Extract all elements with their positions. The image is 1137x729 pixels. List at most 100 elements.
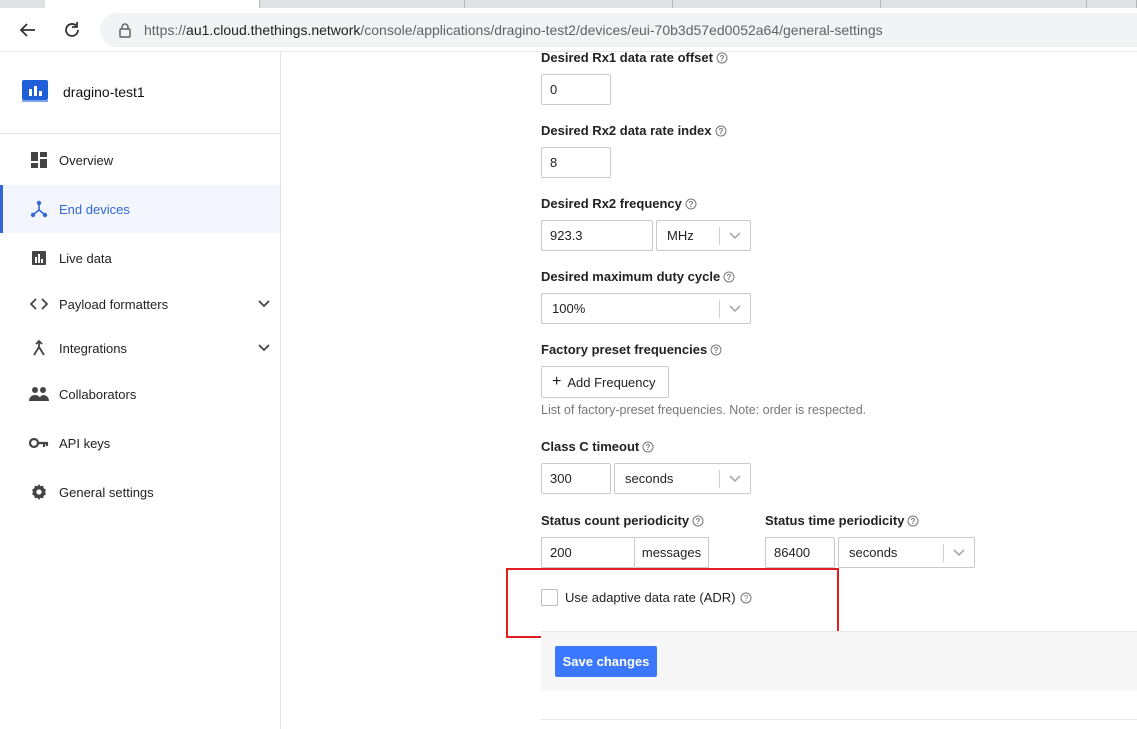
sidebar-item-end-devices[interactable]: End devices [0, 185, 280, 233]
class-c-timeout-label-text: Class C timeout [541, 439, 640, 454]
bar-chart-icon [29, 248, 49, 268]
duty-cycle-value: 100% [552, 301, 586, 316]
rx2-frequency-value: 923.3 [550, 228, 583, 243]
help-icon[interactable]: ? [723, 271, 735, 283]
help-icon[interactable]: ? [716, 52, 728, 64]
status-count-unit: messages [635, 537, 709, 568]
sidebar-item-label: General settings [59, 484, 154, 500]
device-settings-form: Desired Rx1 data rate offset ? 0 Desired… [281, 50, 1137, 729]
reload-button[interactable] [60, 18, 84, 42]
status-count-label-text: Status count periodicity [541, 513, 690, 528]
rx2-frequency-input[interactable]: 923.3 [541, 220, 653, 251]
svg-text:?: ? [688, 200, 693, 209]
sidebar-item-general-settings[interactable]: General settings [0, 468, 280, 516]
lock-icon [119, 23, 131, 38]
back-button[interactable] [16, 18, 40, 42]
rx2-index-label: Desired Rx2 data rate index ? [541, 123, 727, 138]
sidebar-item-label: Collaborators [59, 386, 137, 402]
factory-frequencies-label-text: Factory preset frequencies [541, 342, 708, 357]
svg-text:?: ? [696, 517, 701, 526]
application-name: dragino-test1 [63, 84, 145, 100]
help-icon[interactable]: ? [685, 198, 697, 210]
help-icon[interactable]: ? [642, 441, 654, 453]
class-c-timeout-unit-select[interactable]: seconds [614, 463, 751, 494]
sidebar-item-overview[interactable]: Overview [0, 136, 280, 184]
rx1-offset-value: 0 [550, 82, 558, 97]
status-time-input[interactable]: 86400 [765, 537, 835, 568]
application-icon [22, 80, 48, 102]
rx2-index-input[interactable]: 8 [541, 147, 611, 178]
browser-toolbar: https://au1.cloud.thethings.network/cons… [0, 8, 1137, 52]
url-text: https://au1.cloud.thethings.network/cons… [144, 22, 883, 38]
select-separator [719, 227, 720, 245]
arrow-left-icon [19, 23, 35, 37]
rx1-offset-label: Desired Rx1 data rate offset ? [541, 50, 728, 65]
rx2-index-label-text: Desired Rx2 data rate index [541, 123, 712, 138]
svg-text:?: ? [714, 346, 719, 355]
key-icon [29, 433, 49, 453]
status-count-label: Status count periodicity ? [541, 513, 704, 528]
browser-tab[interactable] [1087, 0, 1137, 8]
duty-cycle-label-text: Desired maximum duty cycle [541, 269, 721, 284]
status-count-value: 200 [550, 545, 572, 560]
save-changes-button[interactable]: Save changes [555, 646, 657, 677]
sidebar-item-payload-formatters[interactable]: Payload formatters [0, 280, 280, 328]
url-prefix: https:// [144, 22, 187, 38]
chevron-down-icon[interactable] [256, 296, 272, 312]
browser-tab[interactable] [260, 0, 465, 8]
sidebar-item-label: Overview [59, 152, 114, 168]
url-path: /console/applications/dragino-test2/devi… [360, 22, 883, 38]
help-icon[interactable]: ? [907, 515, 919, 527]
sidebar-item-label: Integrations [59, 340, 127, 356]
svg-text:?: ? [646, 443, 651, 452]
add-frequency-button[interactable]: + Add Frequency [541, 366, 669, 398]
class-c-timeout-label: Class C timeout ? [541, 439, 654, 454]
svg-text:?: ? [718, 127, 723, 136]
help-icon[interactable]: ? [710, 344, 722, 356]
sidebar-item-integrations[interactable]: Integrations [0, 324, 280, 372]
help-icon[interactable]: ? [692, 515, 704, 527]
help-icon[interactable]: ? [715, 125, 727, 137]
rx2-frequency-unit: MHz [667, 228, 694, 243]
device-hub-icon [29, 199, 49, 219]
code-icon [29, 294, 49, 314]
gear-icon [29, 482, 49, 502]
rx2-frequency-label-text: Desired Rx2 frequency [541, 196, 682, 211]
status-time-unit: seconds [849, 545, 898, 560]
sidebar-item-collaborators[interactable]: Collaborators [0, 370, 280, 418]
divider [541, 719, 1137, 720]
sidebar-item-label: Payload formatters [59, 296, 169, 312]
address-bar[interactable]: https://au1.cloud.thethings.network/cons… [100, 13, 1137, 47]
sidebar-item-live-data[interactable]: Live data [0, 234, 280, 282]
status-time-value: 86400 [774, 545, 811, 560]
status-time-label-text: Status time periodicity [765, 513, 905, 528]
chevron-down-icon [728, 229, 742, 243]
factory-frequencies-label: Factory preset frequencies ? [541, 342, 722, 357]
people-icon [29, 384, 49, 404]
merge-icon [29, 338, 49, 358]
rx2-frequency-unit-select[interactable]: MHz [656, 220, 751, 251]
rx2-frequency-label: Desired Rx2 frequency ? [541, 196, 697, 211]
factory-frequencies-hint: List of factory-preset frequencies. Note… [541, 403, 867, 417]
class-c-timeout-input[interactable]: 300 [541, 463, 611, 494]
browser-tab[interactable] [465, 0, 673, 8]
class-c-timeout-unit: seconds [625, 471, 674, 486]
chevron-down-icon [728, 472, 742, 486]
browser-tab[interactable] [881, 0, 1087, 8]
browser-tab[interactable] [673, 0, 881, 8]
rx1-offset-input[interactable]: 0 [541, 74, 611, 105]
sidebar-item-api-keys[interactable]: API keys [0, 419, 280, 467]
sidebar-item-label: API keys [59, 435, 111, 451]
status-time-unit-select[interactable]: seconds [838, 537, 975, 568]
app-header[interactable]: dragino-test1 [0, 52, 280, 134]
status-count-unit-text: messages [641, 545, 702, 560]
chevron-down-icon[interactable] [256, 340, 272, 356]
select-separator [719, 470, 720, 488]
svg-text:?: ? [727, 273, 732, 282]
sidebar-item-label: End devices [59, 201, 130, 217]
sidebar-item-label: Live data [59, 250, 112, 266]
chevron-down-icon [728, 302, 742, 316]
duty-cycle-select[interactable]: 100% [541, 293, 751, 324]
browser-tab-active[interactable] [45, 0, 260, 8]
status-count-input[interactable]: 200 [541, 537, 635, 568]
